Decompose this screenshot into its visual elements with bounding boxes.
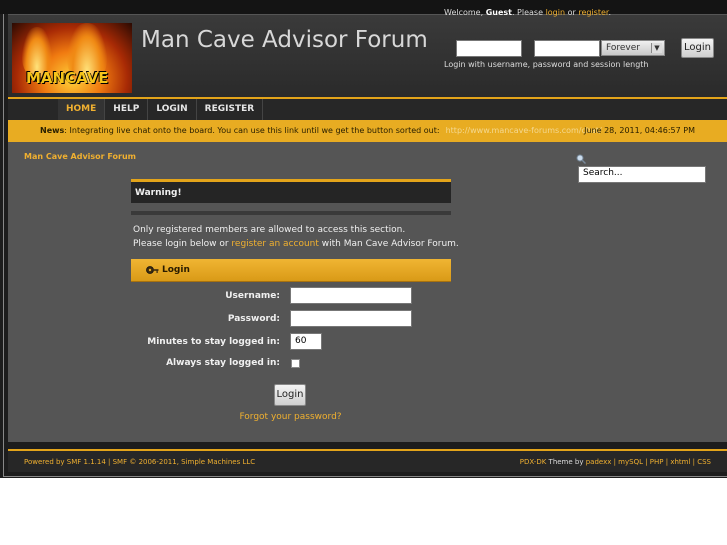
footer-theme-by: Theme by [546,458,586,466]
warning-line-2-start: Please login below or [133,239,232,249]
always-logged-in-label: Always stay logged in: [166,358,280,368]
frame-border-left [3,14,4,477]
chevron-down-icon: ▼ [651,43,662,53]
session-length-select[interactable]: Forever ▼ [601,40,665,56]
main-menu-bar: HOME HELP LOGIN REGISTER [8,97,727,122]
search-icon [576,154,586,164]
username-input[interactable] [290,287,412,304]
footer-theme-link[interactable]: PDX-DK [520,458,547,466]
search-input[interactable]: Search... [578,166,706,183]
quick-login-button[interactable]: Login [681,38,714,58]
header-login-link[interactable]: login [546,8,566,17]
main-content: Man Cave Advisor Forum Search... Warning… [8,142,727,442]
main-menu: HOME HELP LOGIN REGISTER [58,99,264,120]
warning-line-1: Only registered members are allowed to a… [133,225,406,235]
welcome-message: Welcome, Guest. Please login or register… [444,8,611,17]
password-label: Password: [227,314,280,324]
session-length-value: Forever [606,43,640,53]
welcome-prefix: Welcome, [444,8,486,17]
menu-item-login[interactable]: LOGIN [148,99,197,120]
news-bar: News: Integrating live chat onto the boa… [8,120,727,142]
footer: Powered by SMF 1.1.14 | SMF © 2006-2011,… [8,449,727,472]
news-chat-link[interactable]: http://www.mancave-forums.com/chat/ [446,126,602,135]
quick-login-username-input[interactable] [456,40,522,57]
news-label: News [40,126,65,135]
footer-theme-credits: PDX-DK Theme by padexx | mySQL | PHP | x… [520,458,711,466]
news-body: : Integrating live chat onto the board. … [64,126,440,135]
welcome-mid: . Please [511,8,546,17]
welcome-or: or [565,8,579,17]
menu-item-help[interactable]: HELP [105,99,149,120]
frame-border-bottom [3,476,727,477]
header: MANCAVE Man Cave Advisor Forum [8,14,727,99]
footer-author-link[interactable]: padexx [586,458,612,466]
warning-divider [131,211,451,215]
key-icon [146,266,159,274]
warning-message: Only registered members are allowed to a… [133,223,459,251]
welcome-end: . [608,8,612,17]
login-header: Login [131,259,451,282]
breadcrumb[interactable]: Man Cave Advisor Forum [24,152,136,161]
welcome-user: Guest [485,8,512,17]
login-submit-button[interactable]: Login [274,384,306,406]
footer-tech-links[interactable]: | mySQL | PHP | xhtml | CSS [611,458,711,466]
site-title: Man Cave Advisor Forum [141,27,428,53]
warning-line-2: Please login below or register an accoun… [133,237,459,251]
minutes-input[interactable]: 60 [290,333,322,350]
login-title: Login [162,265,190,275]
menu-item-home[interactable]: HOME [58,99,106,120]
warning-title: Warning! [135,188,182,198]
news-date: June 28, 2011, 04:46:57 PM [584,126,695,135]
warning-line-2-end: with Man Cave Advisor Forum. [318,239,459,249]
site-logo[interactable]: MANCAVE [12,23,132,93]
footer-credits[interactable]: Powered by SMF 1.1.14 | SMF © 2006-2011,… [24,458,255,466]
always-logged-in-checkbox[interactable] [291,359,300,368]
top-strip [0,0,727,14]
warning-header: Warning! [131,179,451,203]
password-input[interactable] [290,310,412,327]
header-register-link[interactable]: register [578,8,608,17]
forgot-password-link[interactable]: Forgot your password? [8,412,573,422]
register-account-link[interactable]: register an account [231,239,319,249]
login-hint: Login with username, password and sessio… [444,60,649,69]
logo-text: MANCAVE [26,69,109,87]
menu-item-register[interactable]: REGISTER [197,99,264,120]
quick-login-password-input[interactable] [534,40,600,57]
username-label: Username: [225,291,280,301]
minutes-label: Minutes to stay logged in: [147,337,280,347]
news-text: News: Integrating live chat onto the boa… [40,126,602,135]
